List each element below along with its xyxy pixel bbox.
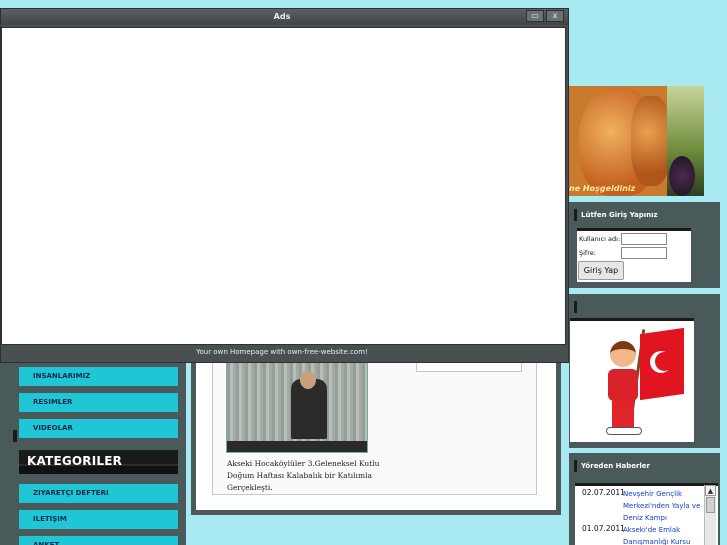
news-scrollbar[interactable]: ▲ <box>704 485 716 545</box>
menu-item-resimler[interactable]: RESIMLER <box>19 393 178 412</box>
ads-popup-window: Ads ▭ x Your own Homepage with own-free-… <box>0 8 569 363</box>
menu-item-ziyaretci-defteri[interactable]: ZIYARETÇI DEFTERI <box>19 484 178 503</box>
ads-footer-link[interactable]: Your own Homepage with own-free-website.… <box>1 348 563 356</box>
ads-content-area[interactable] <box>1 27 566 345</box>
menu-item-iletisim[interactable]: ILETIŞIM <box>19 510 178 529</box>
flag-boy-image <box>570 318 694 442</box>
minimize-icon[interactable]: ▭ <box>526 10 544 22</box>
login-title: Lütfen Giriş Yapınız <box>581 211 658 219</box>
header-banner-image: ne Hoşgeldiniz <box>569 86 704 196</box>
login-button[interactable]: Giriş Yap <box>578 261 624 280</box>
username-input[interactable] <box>621 233 667 245</box>
menu-item-videolar[interactable]: VIDEOLAR <box>19 419 178 438</box>
news-item: 01.07.2011 Akseki'de Emlak Danışmanlığı … <box>577 522 703 545</box>
news-link[interactable]: Akseki'de Emlak Danışmanlığı Kursu <box>623 524 705 545</box>
categories-title: KATEGORILER <box>27 454 123 468</box>
news-item: 02.07.2011 Nevşehir Gençlik Merkezi'nden… <box>577 486 703 522</box>
ads-titlebar[interactable]: Ads ▭ x <box>1 9 568 25</box>
panel-marker <box>574 460 577 472</box>
password-label: Şifre: <box>579 249 596 257</box>
panel-marker <box>574 301 577 313</box>
news-date: 02.07.2011 <box>582 488 625 497</box>
news-date: 01.07.2011 <box>582 524 625 533</box>
section-marker <box>13 430 17 442</box>
menu-item-insanlarimiz[interactable]: INSANLARIMIZ <box>19 367 178 386</box>
scroll-thumb[interactable] <box>706 497 715 513</box>
welcome-text: ne Hoşgeldiniz <box>569 184 636 193</box>
password-input[interactable] <box>621 247 667 259</box>
ads-title: Ads <box>273 12 291 21</box>
close-icon[interactable]: x <box>546 10 564 22</box>
news-title: Yöreden Haberler <box>581 462 651 470</box>
news-link[interactable]: Nevşehir Gençlik Merkezi'nden Yayla ve D… <box>623 488 705 524</box>
menu-item-anket[interactable]: ANKET <box>19 536 178 545</box>
article-caption[interactable]: Akseki Hocaköylüler 3.Geleneksel Kutlu D… <box>227 458 407 494</box>
scroll-up-icon[interactable]: ▲ <box>705 485 716 496</box>
article-photo[interactable] <box>226 358 368 453</box>
username-label: Kullanıcı adı: <box>579 235 621 243</box>
panel-marker <box>574 209 577 221</box>
